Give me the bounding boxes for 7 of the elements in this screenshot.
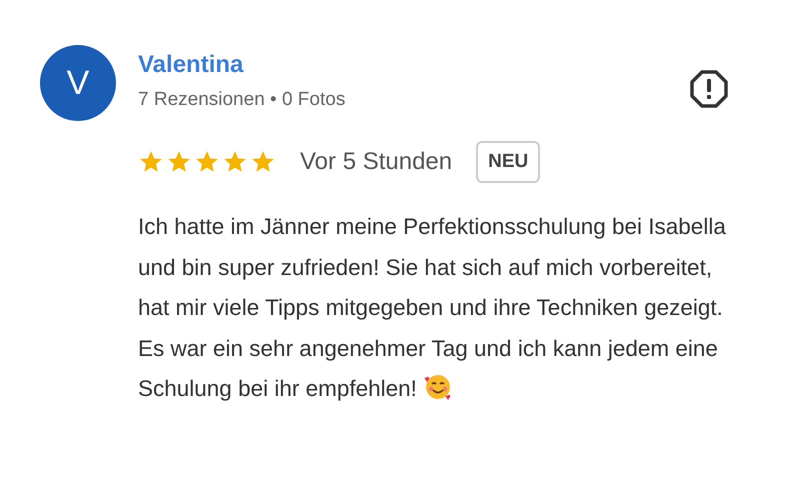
review-time: Vor 5 Stunden [300,148,452,176]
author-meta: 7 Rezensionen • 0 Fotos [138,89,346,111]
review-text: Ich hatte im Jänner meine Perfektionsschulung bei Isabella und bin super zufrieden! Sie hat sich auf mich vorbereitet, hat mir viele Tipps mitgegeben und ihre Techniken gezeigt. Es war ein sehr angenehmer Tag und ich kann jedem eine Schulung bei ihr empfehlen! [138,213,727,404]
new-badge: NEU [476,141,540,183]
author-name[interactable]: Valentina [138,51,346,79]
report-icon[interactable] [689,69,729,109]
avatar: V [40,45,116,121]
